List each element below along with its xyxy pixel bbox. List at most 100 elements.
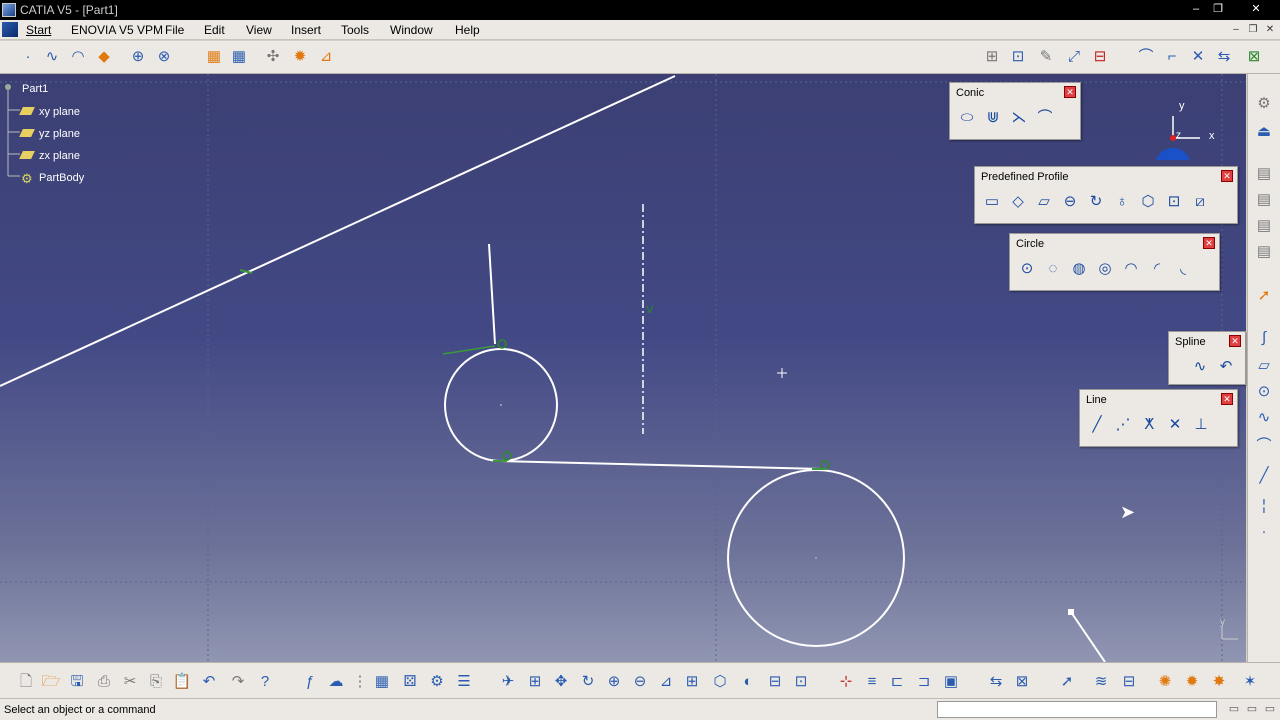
close-button[interactable]: ✕	[1248, 2, 1264, 16]
three-point-circle-icon[interactable]: ◌	[1042, 258, 1064, 280]
exit-workbench-icon[interactable]: ⏏	[1254, 122, 1274, 142]
swap-space-icon[interactable]: ⊡	[791, 672, 811, 692]
measure-icon[interactable]: ⋮	[350, 672, 370, 692]
render-icon[interactable]: ✸	[1209, 672, 1229, 692]
infinite-line-icon[interactable]: ⋰	[1112, 414, 1134, 436]
circle-icon[interactable]: ⊙	[1016, 258, 1038, 280]
line-icon[interactable]: ╱	[1086, 414, 1108, 436]
restore-button[interactable]: ❐	[1210, 2, 1226, 16]
spline-icon[interactable]: ∿	[1189, 356, 1211, 378]
palette-spline[interactable]: Spline ✕ ∿ ↶	[1168, 331, 1246, 385]
three-point-arc-icon[interactable]: ◠	[1120, 258, 1142, 280]
profile-icon[interactable]: ⊡	[1008, 47, 1028, 67]
keyhole-icon[interactable]: ♁	[1111, 191, 1133, 213]
menu-tools[interactable]: Tools	[341, 23, 369, 37]
pan-icon[interactable]: ✥	[551, 672, 571, 692]
normal-view-icon[interactable]: ⊿	[656, 672, 676, 692]
update-icon[interactable]: ⇆	[986, 672, 1006, 692]
knowledge-icon[interactable]: ☁	[326, 672, 346, 692]
pencil-icon[interactable]: ✎	[1036, 47, 1056, 67]
undo-icon[interactable]: ↶	[199, 672, 219, 692]
palette-conic-close-button[interactable]: ✕	[1064, 86, 1076, 98]
palette-line[interactable]: Line ✕ ╱ ⋰ ⵅ ✕ ⊥	[1079, 389, 1238, 447]
arc-tool-icon[interactable]: ◠	[68, 47, 88, 67]
shading-icon[interactable]: ◐	[738, 672, 758, 692]
predefined-profile-icon[interactable]: ▱	[1254, 356, 1274, 376]
open-icon[interactable]: 🗁	[41, 672, 61, 692]
3d-geometry-icon[interactable]: ⊠	[1244, 47, 1264, 67]
compass[interactable]: y x z	[1148, 100, 1228, 170]
stack-icon[interactable]: ⊟	[1119, 672, 1139, 692]
tree-node-partbody[interactable]: ⚙ PartBody	[21, 171, 84, 186]
line-icon[interactable]: ╱	[1254, 466, 1274, 486]
reset-icon[interactable]: ⊠	[1012, 672, 1032, 692]
menu-view[interactable]: View	[246, 23, 272, 37]
fit-all-icon[interactable]: ⊞	[525, 672, 545, 692]
print-icon[interactable]: ⎙	[94, 672, 114, 692]
document-close-button[interactable]: ✕	[1264, 23, 1276, 36]
menu-insert[interactable]: Insert	[291, 23, 321, 37]
hexagon-icon[interactable]: ⬡	[1137, 191, 1159, 213]
redo-icon[interactable]: ↷	[228, 672, 248, 692]
connect-icon[interactable]: ↶	[1215, 356, 1237, 378]
circle-coordinates-icon[interactable]: ◍	[1068, 258, 1090, 280]
dimensional-constraints-icon[interactable]: ⊿	[316, 47, 336, 67]
document-minimize-button[interactable]: –	[1230, 23, 1242, 36]
menu-help[interactable]: Help	[455, 23, 480, 37]
trim-icon[interactable]: ⊞	[982, 47, 1002, 67]
apply-icon[interactable]: ✹	[1182, 672, 1202, 692]
formula-icon[interactable]: ƒ	[300, 672, 320, 692]
select-arrow-icon[interactable]: ➚	[1254, 286, 1274, 306]
menu-enovia[interactable]: ENOVIA V5 VPM	[71, 23, 163, 37]
command-input[interactable]	[937, 701, 1217, 718]
palette-conic[interactable]: Conic ✕ ⬭ ⋓ ⋋ ⌒	[949, 82, 1081, 140]
hyperbola-icon[interactable]: ⋋	[1008, 107, 1030, 129]
multi-view-icon[interactable]: ⊞	[682, 672, 702, 692]
cylindrical-hole-icon[interactable]: ↻	[1085, 191, 1107, 213]
centered-parallelogram-icon[interactable]: ⧄	[1189, 191, 1211, 213]
project-icon[interactable]: ⊟	[1090, 47, 1110, 67]
sketch-analysis-icon[interactable]: ⊹	[836, 672, 856, 692]
tree-node-xy-plane[interactable]: xy plane	[19, 106, 80, 118]
save-icon[interactable]: 🖫	[67, 672, 87, 692]
chamfer-icon[interactable]: ⌐	[1162, 47, 1182, 67]
constraint-defined-icon[interactable]: ⊗	[154, 47, 174, 67]
catalog-icon[interactable]: ⚄	[400, 672, 420, 692]
spline-icon[interactable]: ∿	[1254, 408, 1274, 428]
construction-elements-icon[interactable]: ✣	[263, 47, 283, 67]
palette-circle[interactable]: Circle ✕ ⊙ ◌ ◍ ◎ ◠ ◜ ◟	[1009, 233, 1220, 291]
geometrical-constraints-icon[interactable]: ✹	[290, 47, 310, 67]
tree-node-zx-plane[interactable]: zx plane	[19, 150, 80, 162]
status-icon-3[interactable]: ▭	[1262, 701, 1278, 717]
tri-tangent-circle-icon[interactable]: ◎	[1094, 258, 1116, 280]
table-icon[interactable]: ▦	[372, 672, 392, 692]
rotate-icon[interactable]: ↻	[578, 672, 598, 692]
menu-window[interactable]: Window	[390, 23, 433, 37]
menu-file[interactable]: File	[165, 23, 184, 37]
catia-app-icon[interactable]	[2, 3, 16, 17]
dimension-icon[interactable]: ⊏	[887, 672, 907, 692]
centered-rectangle-icon[interactable]: ⊡	[1163, 191, 1185, 213]
corner-icon[interactable]: ⌒	[1136, 47, 1156, 67]
mirror-icon[interactable]: ⤢	[1064, 47, 1084, 67]
sketch-tool-icon[interactable]: ◆	[94, 47, 114, 67]
normal-line-icon[interactable]: ⊥	[1190, 414, 1212, 436]
palette-line-close-button[interactable]: ✕	[1221, 393, 1233, 405]
status-icon-2[interactable]: ▭	[1244, 701, 1260, 717]
arc-icon[interactable]: ◟	[1172, 258, 1194, 280]
layers-icon[interactable]: ≋	[1091, 672, 1111, 692]
toolbar-icon-4[interactable]: ▤	[1254, 242, 1274, 262]
constraint-icon[interactable]: ≡	[862, 672, 882, 692]
menu-start[interactable]: Start	[26, 23, 51, 37]
workbench-icon[interactable]: ⚙	[1254, 94, 1274, 114]
fly-mode-icon[interactable]: ✈	[498, 672, 518, 692]
rectangle-icon[interactable]: ▭	[981, 191, 1003, 213]
point-icon[interactable]: ·	[1254, 522, 1274, 542]
help-icon[interactable]: ?	[255, 672, 275, 692]
document-restore-button[interactable]: ❐	[1247, 23, 1259, 36]
list-icon[interactable]: ☰	[454, 672, 474, 692]
parallelogram-icon[interactable]: ▱	[1033, 191, 1055, 213]
palette-circle-close-button[interactable]: ✕	[1203, 237, 1215, 249]
sketch-canvas[interactable]: V y Part1 xy plane yz plane zx plane ⚙ P…	[0, 74, 1246, 662]
zoom-out-icon[interactable]: ⊖	[630, 672, 650, 692]
